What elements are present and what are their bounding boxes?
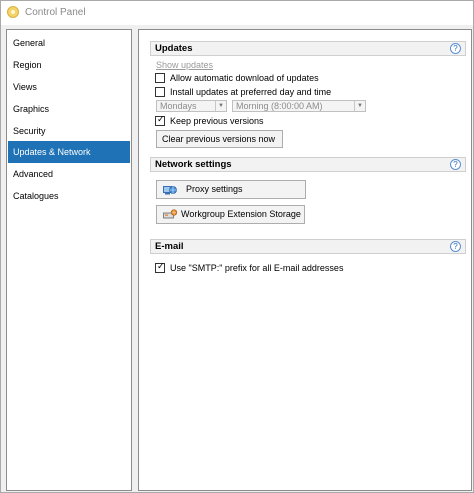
email-section-title: E-mail [155, 241, 184, 252]
clear-previous-versions-button[interactable]: Clear previous versions now [156, 130, 283, 148]
time-select: Morning (8:00:00 AM) ▼ [232, 100, 366, 112]
proxy-settings-label: Proxy settings [186, 184, 243, 194]
smtp-prefix-label: Use "SMTP:" prefix for all E-mail addres… [170, 263, 344, 273]
network-globe-icon [163, 186, 177, 195]
day-select-value: Mondays [160, 101, 197, 111]
workgroup-extension-storage-label: Workgroup Extension Storage [181, 209, 301, 219]
proxy-settings-button[interactable]: Proxy settings [156, 180, 306, 199]
help-icon[interactable]: ? [450, 43, 461, 54]
auto-download-label: Allow automatic download of updates [170, 73, 319, 83]
help-icon[interactable]: ? [450, 159, 461, 170]
clear-previous-versions-label: Clear previous versions now [162, 134, 276, 144]
smtp-prefix-checkbox[interactable] [155, 261, 165, 273]
updates-section-title: Updates [155, 43, 193, 54]
settings-panel: Updates ? Show updates Allow automatic d… [138, 29, 472, 491]
app-icon [7, 6, 19, 18]
install-preferred-checkbox[interactable] [155, 87, 165, 97]
sidebar-item-general[interactable]: General [8, 32, 130, 54]
control-panel-window: Control Panel General Region Views Graph… [0, 0, 474, 493]
chevron-down-icon: ▼ [354, 101, 365, 111]
sidebar-item-security[interactable]: Security [8, 120, 130, 142]
network-section-header: Network settings ? [150, 157, 466, 172]
show-updates-link: Show updates [156, 60, 214, 70]
updates-section-header: Updates ? [150, 41, 466, 56]
day-select: Mondays ▼ [156, 100, 227, 112]
keep-previous-checkbox[interactable] [155, 114, 165, 126]
email-section-header: E-mail ? [150, 239, 466, 254]
help-icon[interactable]: ? [450, 241, 461, 252]
network-section-title: Network settings [155, 159, 232, 170]
sidebar-item-advanced[interactable]: Advanced [8, 163, 130, 185]
network-storage-icon [163, 209, 177, 219]
workgroup-extension-storage-button[interactable]: Workgroup Extension Storage [156, 205, 305, 224]
auto-download-checkbox[interactable] [155, 73, 165, 83]
sidebar-item-updates-network[interactable]: Updates & Network [8, 141, 130, 163]
keep-previous-label: Keep previous versions [170, 116, 264, 126]
window-title: Control Panel [25, 7, 86, 18]
sidebar: General Region Views Graphics Security U… [6, 29, 132, 491]
title-bar[interactable]: Control Panel [1, 1, 473, 25]
sidebar-item-catalogues[interactable]: Catalogues [8, 185, 130, 207]
install-preferred-label: Install updates at preferred day and tim… [170, 87, 332, 97]
sidebar-item-region[interactable]: Region [8, 54, 130, 76]
sidebar-item-views[interactable]: Views [8, 76, 130, 98]
time-select-value: Morning (8:00:00 AM) [236, 101, 323, 111]
chevron-down-icon: ▼ [215, 101, 226, 111]
sidebar-item-graphics[interactable]: Graphics [8, 98, 130, 120]
